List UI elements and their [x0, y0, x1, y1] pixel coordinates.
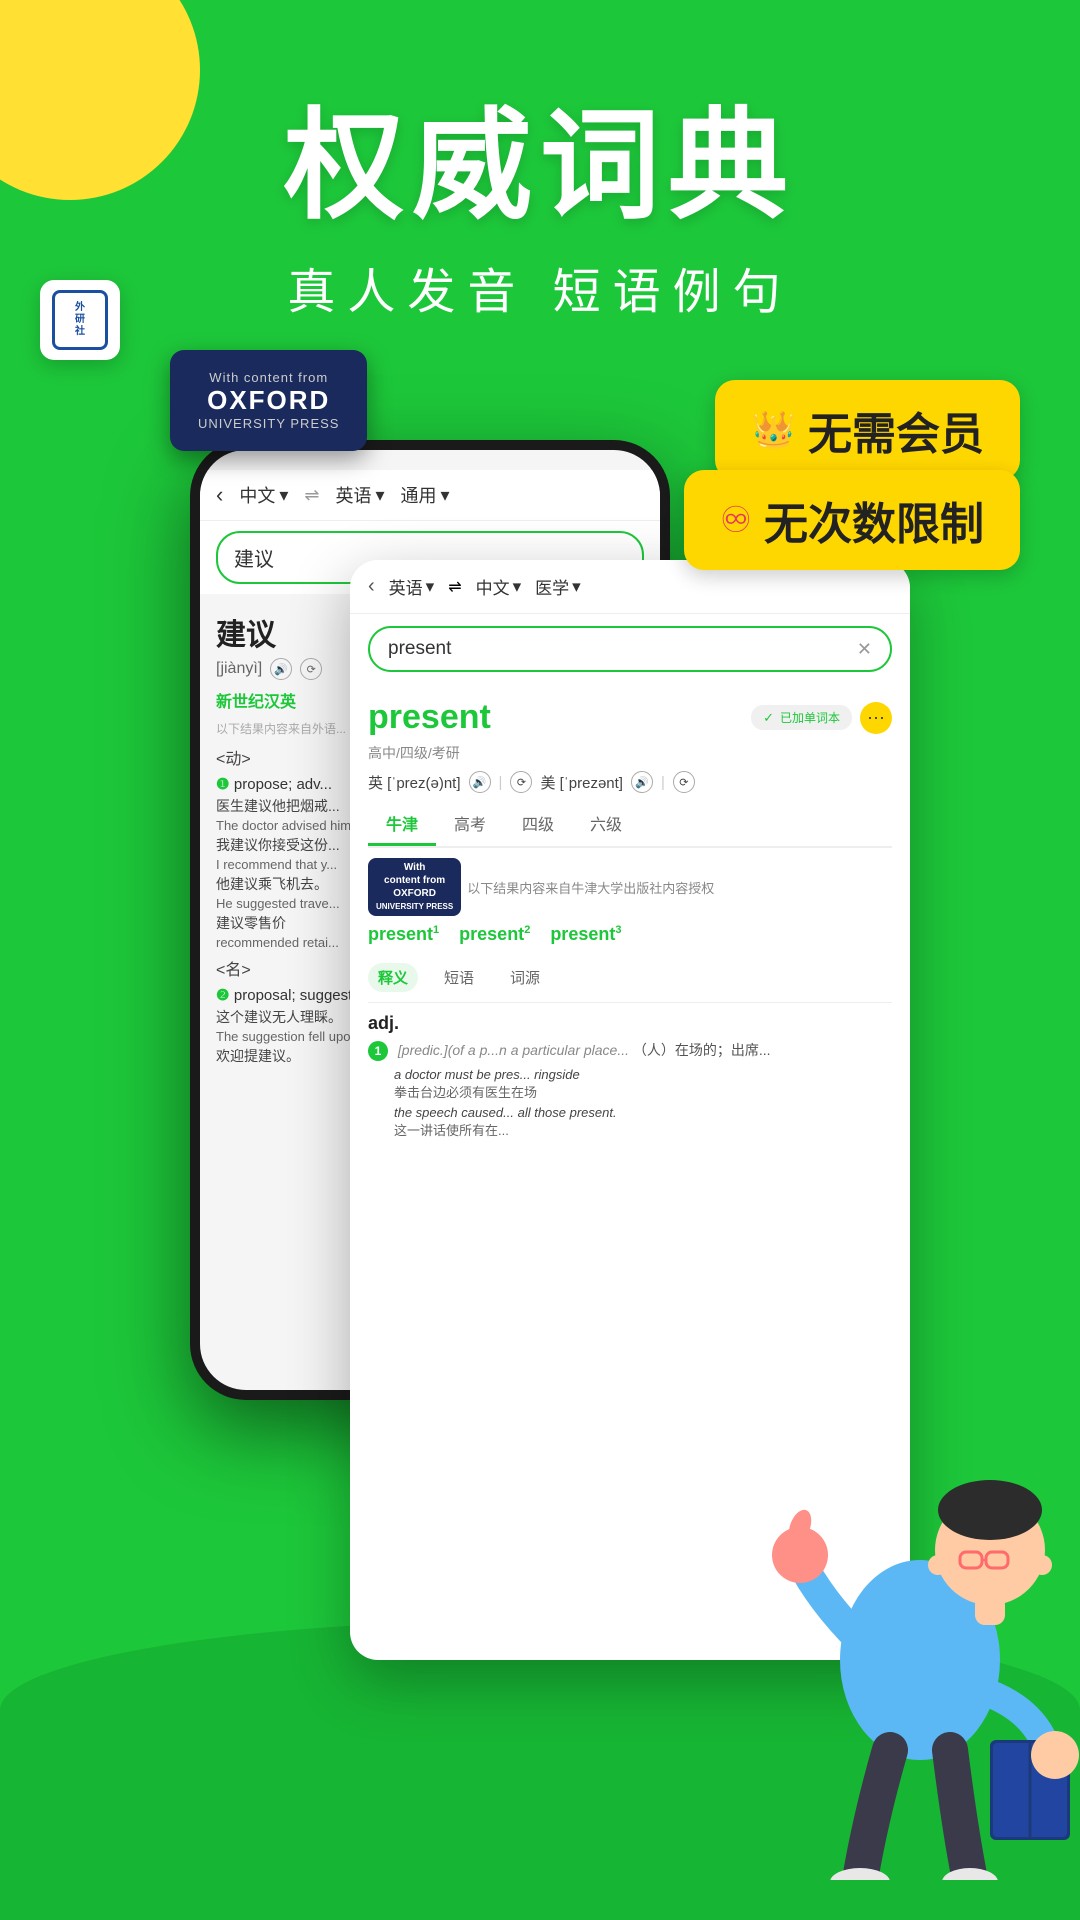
- sub-tab-phrases[interactable]: 短语: [434, 963, 484, 992]
- dict-lang1-selector[interactable]: 英语 ▾: [389, 574, 435, 599]
- tab-gaokao[interactable]: 高考: [436, 803, 504, 846]
- example-zh-dict-1: 拳击台边必须有医生在场: [394, 1082, 892, 1101]
- oxford-notice-text: 以下结果内容来自牛津大学出版社内容授权: [467, 878, 714, 897]
- def-num-1: 1: [368, 1041, 388, 1061]
- present-var-2[interactable]: present2: [459, 924, 530, 945]
- dict-mode-selector[interactable]: 医学 ▾: [535, 574, 581, 599]
- entry-num: ❶: [216, 776, 229, 793]
- oxford-small-notice: Withcontent fromOXFORDUNIVERSITY PRESS 以…: [368, 858, 892, 916]
- oxford-line3: UNIVERSITY PRESS: [198, 416, 339, 431]
- def-note-1: [predic.](of a p...n a particular place.…: [398, 1042, 629, 1058]
- main-title: 权威词典: [0, 100, 1080, 232]
- no-member-badge: 👑 无需会员: [715, 380, 1020, 480]
- dict-result: present ✓ 已加单词本 ··· 高中/四级/考研 英 [ˈprez(ə)…: [350, 684, 910, 1157]
- sub-title: 真人发音 短语例句: [0, 252, 1080, 322]
- back-icon[interactable]: ‹: [216, 482, 223, 508]
- dict-lang2-selector[interactable]: 中文 ▾: [476, 574, 522, 599]
- pos-label: adj.: [368, 1013, 892, 1034]
- more-options-button[interactable]: ···: [860, 702, 892, 734]
- oxford-badge: With content from OXFORD UNIVERSITY PRES…: [170, 350, 367, 451]
- present-var-3[interactable]: present3: [550, 924, 621, 945]
- sub-tab-etymology[interactable]: 词源: [500, 963, 550, 992]
- oxford-line2: OXFORD: [198, 385, 339, 416]
- bookmarked-label: 已加单词本: [780, 709, 840, 726]
- replay-uk-icon[interactable]: ⟳: [510, 771, 532, 793]
- waiyanshe-badge: 外研社: [40, 280, 120, 360]
- dict-search-input[interactable]: present: [388, 638, 451, 660]
- tab-cet4[interactable]: 四级: [504, 803, 572, 846]
- replay-us-icon[interactable]: ⟳: [673, 771, 695, 793]
- crown-icon: 👑: [751, 409, 796, 451]
- present-var-1[interactable]: present1: [368, 924, 439, 945]
- unlimited-badge: ♾ 无次数限制: [684, 470, 1020, 570]
- waiyanshe-logo: 外研社: [52, 290, 108, 350]
- lang1-selector[interactable]: 中文 ▾: [239, 482, 288, 508]
- entry-num-2: ❷: [216, 987, 229, 1004]
- bookmarked-badge[interactable]: ✓ 已加单词本: [751, 705, 852, 730]
- character-illustration: [760, 1400, 1080, 1880]
- definition-1: 1 [predic.](of a p...n a particular plac…: [368, 1040, 892, 1061]
- check-icon: ✓: [763, 710, 774, 726]
- example-zh-dict-2: 这一讲话使所有在...: [394, 1120, 892, 1139]
- speaker-icon-left[interactable]: 🔊: [270, 658, 292, 680]
- tab-cet6[interactable]: 六级: [572, 803, 640, 846]
- present-variants: present1 present2 present3: [368, 924, 892, 945]
- example-en-dict-1: a doctor must be pres... ringside: [394, 1067, 892, 1082]
- speaker-us-icon[interactable]: 🔊: [631, 771, 653, 793]
- dict-word: present: [368, 698, 491, 737]
- unlimited-label: 无次数限制: [764, 488, 984, 552]
- waiyanshe-text: 外研社: [75, 302, 85, 338]
- header-section: 权威词典 真人发音 短语例句: [0, 100, 1080, 322]
- dict-phonetics: 英 [ˈprez(ə)nt] 🔊 | ⟳ 美 [ˈprezənt] 🔊 | ⟳: [368, 771, 892, 793]
- oxford-small-logo: Withcontent fromOXFORDUNIVERSITY PRESS: [368, 858, 461, 916]
- speaker-uk-icon[interactable]: 🔊: [469, 771, 491, 793]
- def-zh-1: （人）在场的；出席...: [633, 1042, 771, 1058]
- dict-lang-switch[interactable]: ⇌: [448, 577, 461, 597]
- lang2-selector[interactable]: 英语 ▾: [335, 482, 384, 508]
- dict-tabs: 牛津 高考 四级 六级: [368, 803, 892, 848]
- phone-left-nav: ‹ 中文 ▾ ⇌ 英语 ▾ 通用 ▾: [200, 470, 660, 521]
- infinity-icon: ♾: [720, 499, 752, 541]
- tab-oxford[interactable]: 牛津: [368, 803, 436, 846]
- clear-search-icon[interactable]: ✕: [857, 639, 872, 660]
- lang-switch-icon[interactable]: ⇌: [304, 485, 319, 506]
- mode-selector[interactable]: 通用 ▾: [401, 482, 450, 508]
- entry-def-2: proposal; suggesti...: [234, 987, 368, 1004]
- example-en-dict-2: the speech caused... all those present.: [394, 1105, 892, 1120]
- dict-word-header: present ✓ 已加单词本 ···: [368, 698, 892, 737]
- dict-search-box[interactable]: present ✕: [368, 626, 892, 672]
- dict-sub-tabs: 释义 短语 词源: [368, 957, 892, 1003]
- sub-tab-definition[interactable]: 释义: [368, 963, 418, 992]
- replay-icon-left[interactable]: ⟳: [300, 658, 322, 680]
- phonetic-uk: 英 [ˈprez(ə)nt]: [368, 772, 461, 793]
- no-member-label: 无需会员: [808, 398, 984, 462]
- dict-back-icon[interactable]: ‹: [368, 575, 375, 598]
- entry-def: propose; adv...: [234, 776, 332, 793]
- word-level: 高中/四级/考研: [368, 743, 892, 763]
- phonetic-us: 美 [ˈprezənt]: [540, 772, 623, 793]
- oxford-line1: With content from: [198, 370, 339, 385]
